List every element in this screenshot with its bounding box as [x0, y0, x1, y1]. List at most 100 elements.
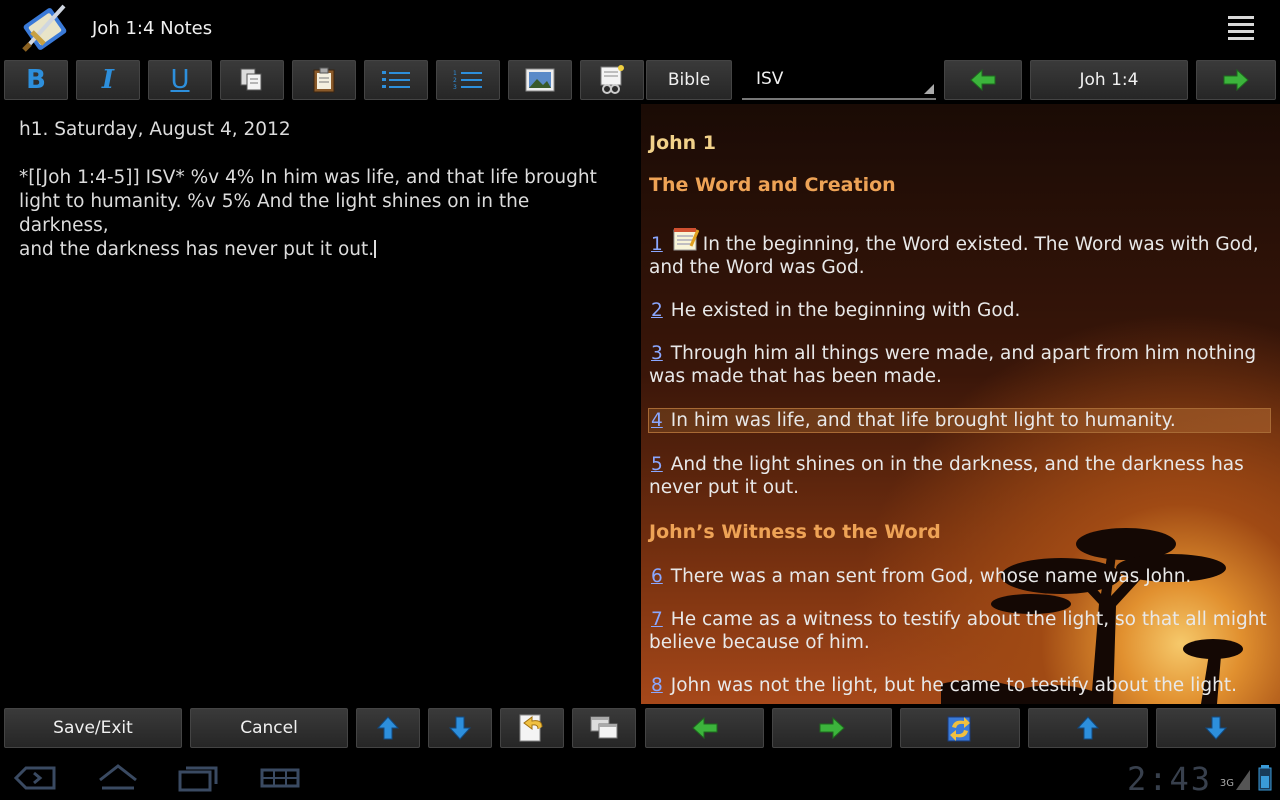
note-body-text: and the darkness has never put it out.	[19, 239, 375, 260]
previous-verse-button[interactable]	[944, 60, 1022, 100]
clock[interactable]: 2:43	[1127, 760, 1212, 798]
note-body-line-last: and the darkness has never put it out.	[19, 238, 621, 262]
verse[interactable]: 8 John was not the light, but he came to …	[649, 674, 1271, 704]
next-verse-button[interactable]	[1196, 60, 1276, 100]
sync-icon	[947, 716, 971, 742]
note-body-line: *[[Joh 1:4-5]] ISV* %v 4% In him was lif…	[19, 167, 597, 188]
page-title: Joh 1:4 Notes	[92, 17, 213, 39]
image-icon	[525, 68, 555, 92]
verse-highlighted[interactable]: 4 In him was life, and that life brought …	[648, 408, 1271, 433]
verse[interactable]: 6 There was a man sent from God, whose na…	[649, 565, 1271, 608]
section-heading: John’s Witness to the Word	[649, 521, 941, 543]
verse-number-link[interactable]: 1	[649, 234, 665, 255]
reference-label: Joh 1:4	[1079, 70, 1139, 90]
menu-grid-icon[interactable]	[258, 762, 302, 794]
save-exit-button[interactable]: Save/Exit	[4, 708, 182, 748]
bullet-list-button[interactable]	[364, 60, 428, 100]
note-heading-line: h1. Saturday, August 4, 2012	[19, 119, 291, 140]
verse-number-link[interactable]: 6	[649, 566, 665, 587]
clipboard-icon	[313, 67, 335, 93]
verse[interactable]: 3 Through him all things were made, and a…	[649, 342, 1271, 408]
verse[interactable]: 2 He existed in the beginning with God.	[649, 299, 1271, 342]
verse[interactable]: 1 In the beginning, the Word existed. The…	[649, 226, 1271, 299]
overflow-menu-icon[interactable]	[1228, 16, 1254, 40]
verse-number-link[interactable]: 2	[649, 300, 665, 321]
bible-back-button[interactable]	[645, 708, 764, 748]
arrow-down-icon	[449, 716, 471, 740]
chapter-heading: John 1	[649, 132, 717, 154]
verse-text: Through him all things were made, and ap…	[649, 343, 1257, 387]
svg-text:1: 1	[453, 70, 457, 77]
back-nav-icon[interactable]	[14, 762, 58, 794]
numbered-list-button[interactable]: 1 2 3	[436, 60, 500, 100]
verse-text: In the beginning, the Word existed. The …	[649, 234, 1259, 278]
bible-button[interactable]: Bible	[646, 60, 732, 100]
scroll-down-button[interactable]	[428, 708, 492, 748]
bible-forward-button[interactable]	[772, 708, 892, 748]
sword-and-book-icon[interactable]	[18, 0, 74, 56]
battery-icon	[1258, 765, 1272, 791]
verse-text: And the light shines on in the darkness,…	[649, 454, 1244, 498]
note-body-line: light to humanity. %v 5% And the light s…	[19, 191, 530, 236]
bible-scroll-down-button[interactable]	[1156, 708, 1276, 748]
recent-apps-icon[interactable]	[176, 762, 220, 794]
home-nav-icon[interactable]	[96, 762, 140, 794]
svg-text:3: 3	[453, 84, 457, 91]
arrow-left-icon	[970, 69, 996, 91]
italic-label: I	[101, 65, 115, 95]
verse-text: In him was life, and that life brought l…	[670, 410, 1176, 431]
insert-image-button[interactable]	[508, 60, 572, 100]
system-bar: 2:43 3G	[0, 756, 1280, 800]
bold-label: B	[26, 65, 46, 95]
bible-panel[interactable]: John 1 The Word and Creation 1 In the beg…	[641, 104, 1280, 704]
arrow-right-icon	[1223, 69, 1249, 91]
note-pad-icon[interactable]	[671, 226, 699, 252]
undo-document-icon	[519, 714, 543, 742]
windows-icon	[590, 716, 618, 739]
underline-label: U	[170, 65, 190, 95]
insert-link-button[interactable]	[580, 60, 644, 100]
toggle-window-button[interactable]	[572, 708, 636, 748]
verse-number-link[interactable]: 5	[649, 454, 665, 475]
verse[interactable]: 7 He came as a witness to testify about t…	[649, 608, 1271, 674]
bible-scroll-up-button[interactable]	[1028, 708, 1148, 748]
paste-button[interactable]	[292, 60, 356, 100]
verse-text: There was a man sent from God, whose nam…	[670, 566, 1192, 587]
translation-dropdown[interactable]: ISV	[742, 60, 936, 100]
arrow-down-icon	[1205, 716, 1227, 740]
document-link-icon	[600, 65, 624, 94]
underline-button[interactable]: U	[148, 60, 212, 100]
bullet-list-icon	[382, 71, 410, 88]
translation-value: ISV	[756, 69, 784, 89]
bible-text: John 1 The Word and Creation 1 In the beg…	[648, 132, 1271, 704]
cancel-button[interactable]: Cancel	[190, 708, 348, 748]
sync-button[interactable]	[900, 708, 1020, 748]
svg-text:2: 2	[453, 77, 457, 84]
text-cursor	[374, 240, 377, 258]
action-bar: Joh 1:4 Notes	[0, 0, 1280, 56]
bottom-action-bar: Save/Exit Cancel	[0, 708, 1280, 748]
reference-button[interactable]: Joh 1:4	[1030, 60, 1188, 100]
numbered-list-icon: 1 2 3	[453, 70, 482, 91]
verse-number-link[interactable]: 4	[649, 410, 665, 431]
copy-icon	[240, 68, 262, 91]
undo-button[interactable]	[500, 708, 564, 748]
verse-number-link[interactable]: 8	[649, 675, 665, 696]
section-heading: The Word and Creation	[649, 174, 896, 196]
verse[interactable]: 5 And the light shines on in the darkness…	[649, 453, 1271, 521]
italic-button[interactable]: I	[76, 60, 140, 100]
copy-button[interactable]	[220, 60, 284, 100]
dropdown-triangle-icon	[924, 84, 934, 94]
arrow-right-icon	[819, 717, 845, 739]
scroll-up-button[interactable]	[356, 708, 420, 748]
signal-strength-icon	[1236, 770, 1250, 790]
note-editor[interactable]: h1. Saturday, August 4, 2012 *[[Joh 1:4-…	[0, 104, 640, 704]
verse-text: John was not the light, but he came to t…	[670, 675, 1237, 696]
verse-number-link[interactable]: 3	[649, 343, 665, 364]
arrow-left-icon	[691, 717, 717, 739]
verse-text: He existed in the beginning with God.	[670, 300, 1021, 321]
bold-button[interactable]: B	[4, 60, 68, 100]
arrow-up-icon	[1077, 716, 1099, 740]
bible-label: Bible	[667, 70, 711, 90]
verse-number-link[interactable]: 7	[649, 609, 665, 630]
